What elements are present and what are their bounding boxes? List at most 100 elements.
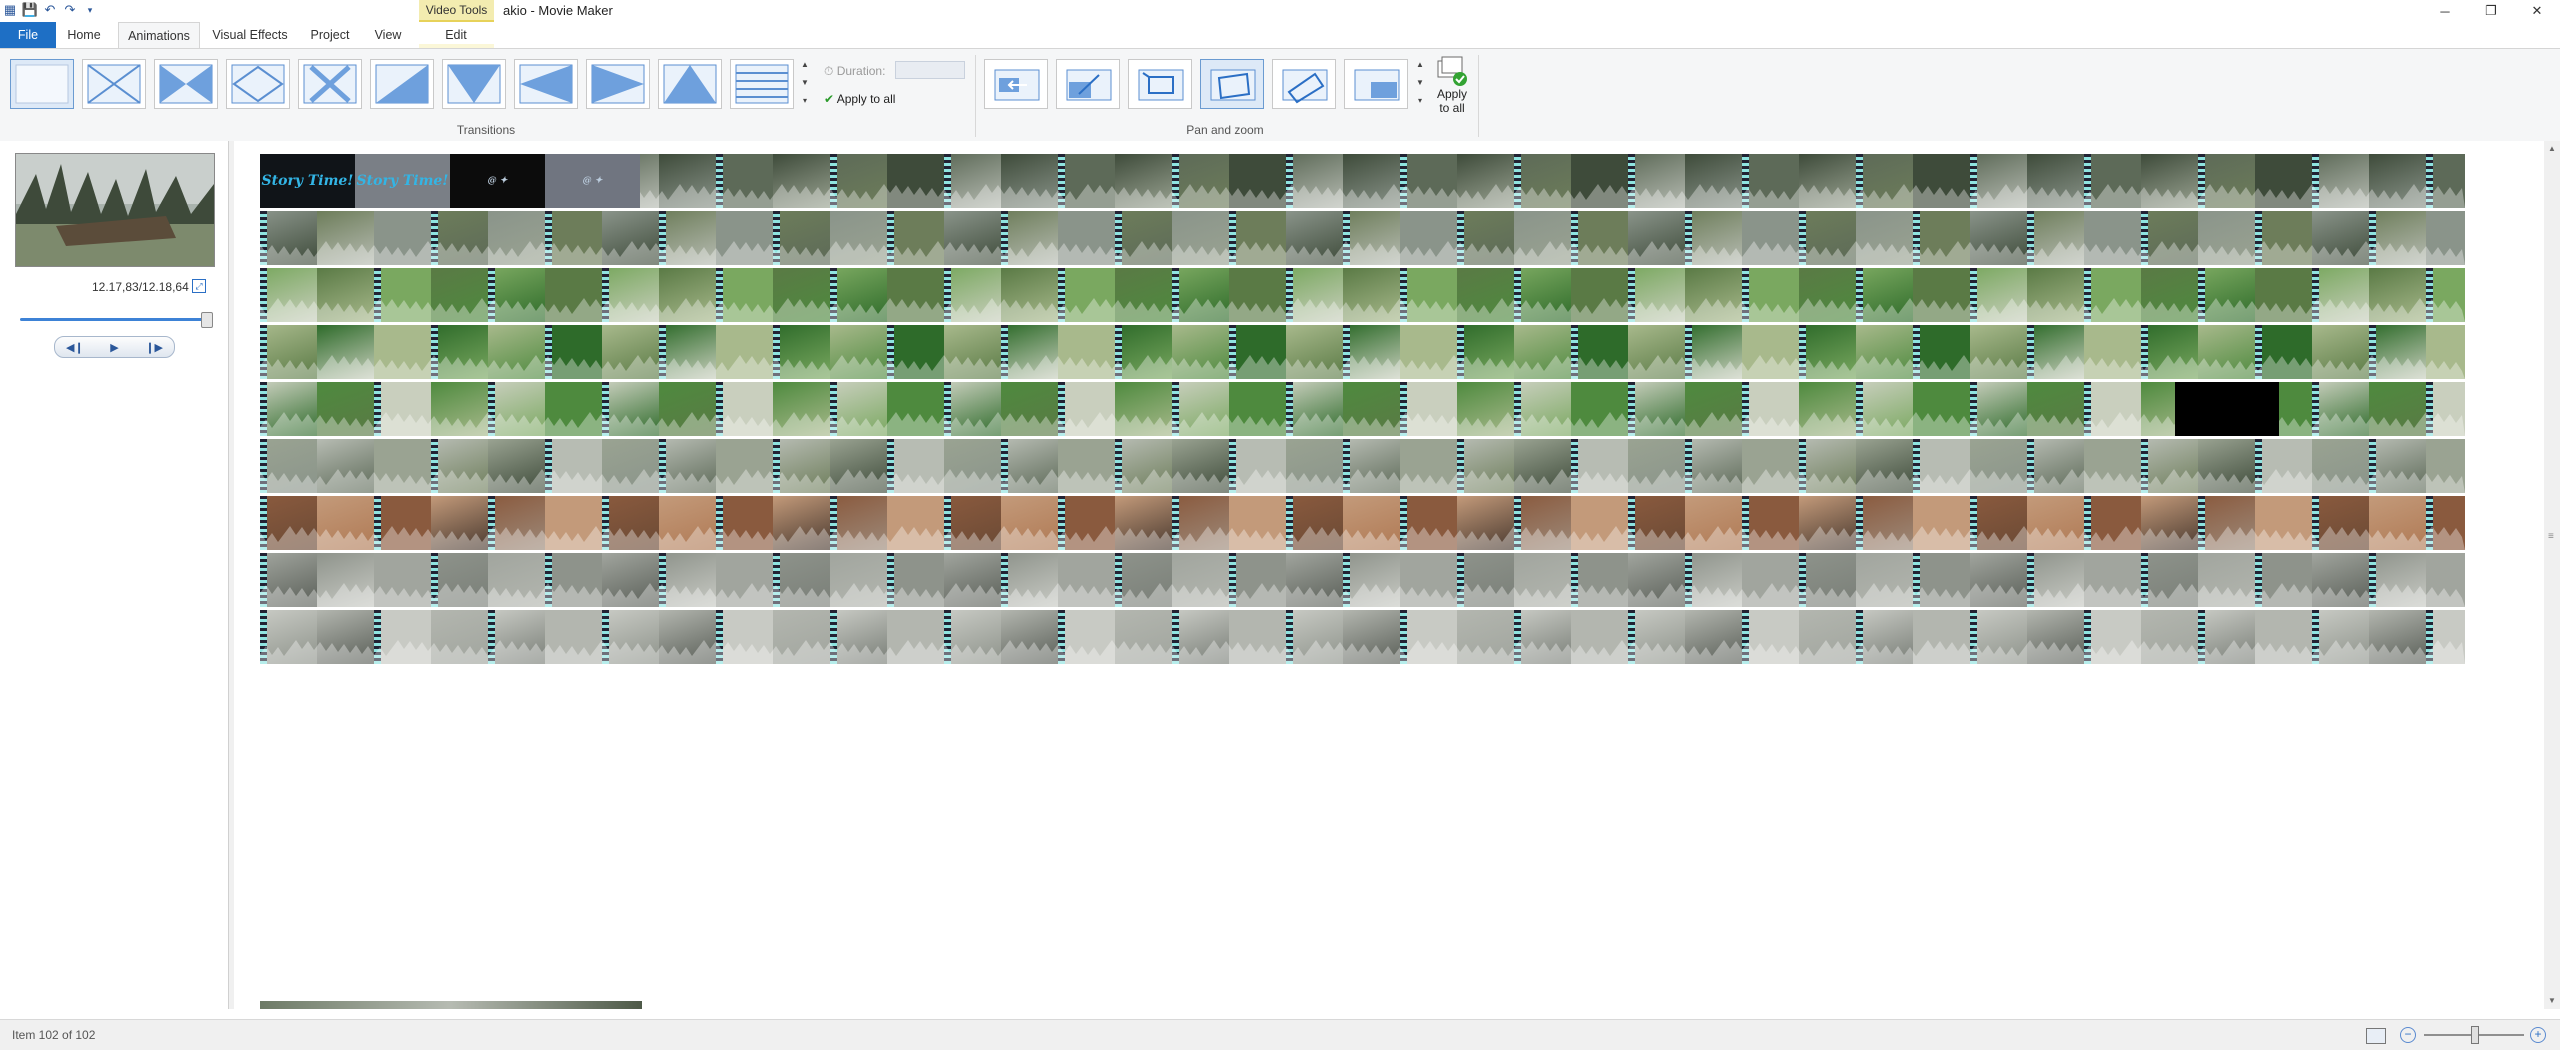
pan-zoom-apply-to-all-button[interactable]: Apply to all — [1432, 55, 1472, 115]
pan-left-icon — [994, 69, 1040, 101]
audio-waveform — [260, 469, 2465, 493]
scroll-down-icon[interactable]: ▼ — [2544, 993, 2560, 1009]
transitions-group-label: Transitions — [456, 123, 516, 137]
app-icon[interactable]: ▦ — [2, 2, 18, 18]
title-card[interactable]: @ ✦ — [450, 154, 545, 208]
audio-waveform — [260, 412, 2465, 436]
chevron-right-transition-icon — [591, 64, 645, 104]
maximize-icon[interactable]: ❐ — [2468, 0, 2514, 22]
title-card[interactable]: Story Time! — [260, 154, 355, 208]
duration-icon: ⏱ — [824, 64, 834, 78]
gallery-scroll-down-icon[interactable]: ▼ — [799, 77, 811, 89]
pan-zoom-corner[interactable] — [1344, 59, 1408, 109]
pz-scroll-up-icon[interactable]: ▲ — [1414, 59, 1426, 71]
transition-blinds[interactable] — [730, 59, 794, 109]
tab-animations[interactable]: Animations — [118, 22, 200, 49]
clip-row[interactable] — [260, 553, 2465, 607]
title-card[interactable]: @ ✦ — [545, 154, 640, 208]
next-frame-icon[interactable]: ❙▶ — [134, 337, 174, 357]
transition-chevron-right[interactable] — [586, 59, 650, 109]
group-separator-2 — [1478, 55, 1479, 137]
diagonal-transition-icon — [375, 64, 429, 104]
pan-zoom-down-left[interactable] — [1056, 59, 1120, 109]
clip-row[interactable] — [260, 325, 2465, 379]
duration-field[interactable] — [895, 61, 965, 79]
title-card[interactable]: Story Time! — [355, 154, 450, 208]
tab-edit[interactable]: Edit — [428, 22, 484, 48]
customize-qat-icon[interactable]: ▾ — [82, 2, 98, 18]
video-tools-context-label: Video Tools — [419, 0, 494, 22]
clip-row[interactable] — [260, 496, 2465, 550]
storyboard: Story Time! Story Time! @ ✦ @ ✦ — [234, 141, 2544, 1009]
transition-cross-2[interactable] — [298, 59, 362, 109]
gallery-more-icon[interactable]: ▾ — [799, 95, 811, 107]
fullscreen-icon[interactable]: ⤢ — [192, 279, 206, 293]
black-clip[interactable] — [2175, 382, 2279, 436]
tab-visual-effects[interactable]: Visual Effects — [206, 22, 294, 48]
pan-zoom-left[interactable] — [984, 59, 1048, 109]
play-icon[interactable]: ▶ — [95, 337, 135, 357]
undo-icon[interactable]: ↶ — [42, 2, 58, 18]
clip-row[interactable]: Story Time! Story Time! @ ✦ @ ✦ — [260, 154, 2465, 208]
tab-view[interactable]: View — [366, 22, 410, 48]
close-icon[interactable]: ✕ — [2514, 0, 2560, 22]
transition-chevron-down[interactable] — [442, 59, 506, 109]
apply-to-all-label: Apply to all — [836, 92, 896, 106]
tab-home[interactable]: Home — [62, 22, 106, 48]
twitter-icon: @ ✦ — [582, 176, 603, 186]
transition-chevron-left[interactable] — [514, 59, 578, 109]
chevron-left-transition-icon — [519, 64, 573, 104]
seek-thumb[interactable] — [201, 312, 214, 328]
transition-none[interactable] — [10, 59, 74, 109]
clip-row[interactable] — [260, 439, 2465, 493]
rotate-out-icon — [1282, 69, 1328, 104]
scroll-grip-icon[interactable]: ≡ — [2548, 531, 2556, 545]
minimize-icon[interactable]: ─ — [2422, 0, 2468, 22]
pan-zoom-in[interactable] — [1128, 59, 1192, 109]
clip-row[interactable] — [260, 211, 2465, 265]
redo-icon[interactable]: ↷ — [62, 2, 78, 18]
pz-scroll-down-icon[interactable]: ▼ — [1414, 77, 1426, 89]
scroll-up-icon[interactable]: ▲ — [2544, 141, 2560, 157]
corner-zoom-icon — [1354, 69, 1400, 101]
zoom-in-icon[interactable]: + — [2530, 1027, 2546, 1043]
zoom-in-icon — [1138, 69, 1184, 101]
video-preview[interactable] — [15, 153, 215, 267]
previous-frame-icon[interactable]: ◀❙ — [55, 337, 95, 357]
twitter-icon: @ ✦ — [487, 176, 508, 186]
transitions-apply-to-all-button[interactable]: ✔ Apply to all — [824, 92, 895, 106]
tab-file[interactable]: File — [0, 22, 56, 48]
seek-bar[interactable] — [20, 318, 208, 321]
duration-label: ⏱ Duration: — [824, 64, 885, 79]
rotate-zoom-icon — [1210, 69, 1256, 101]
audio-waveform — [260, 526, 2465, 550]
pz-more-icon[interactable]: ▾ — [1414, 95, 1426, 107]
playback-time: 12.17,83/12.18,64 — [92, 280, 189, 294]
audio-waveform — [260, 298, 2465, 322]
window-title: akio - Movie Maker — [503, 3, 613, 18]
storyboard-scrollbar[interactable]: ▲ ≡ ▼ — [2544, 141, 2560, 1009]
bowtie-transition-icon — [159, 64, 213, 104]
transition-bowtie[interactable] — [154, 59, 218, 109]
duration-text: Duration: — [836, 64, 886, 78]
transition-cross-1[interactable] — [82, 59, 146, 109]
clip-row-partial[interactable] — [260, 1001, 642, 1009]
clip-row[interactable] — [260, 610, 2465, 664]
apply-to-all-label-2: Apply to all — [1436, 87, 1468, 115]
zoom-out-icon[interactable]: − — [2400, 1027, 2416, 1043]
transition-diagonal[interactable] — [370, 59, 434, 109]
gallery-scroll-up-icon[interactable]: ▲ — [799, 59, 811, 71]
playback-controls: ◀❙ ▶ ❙▶ — [54, 336, 175, 358]
pan-zoom-rotate-out[interactable] — [1272, 59, 1336, 109]
zoom-slider-thumb[interactable] — [2471, 1026, 2479, 1044]
ribbon-tabs: File Home Animations Visual Effects Proj… — [0, 22, 2560, 70]
preview-frame-image — [16, 154, 214, 266]
pan-zoom-rotate-selected[interactable] — [1200, 59, 1264, 109]
tab-project[interactable]: Project — [302, 22, 358, 48]
clip-row[interactable] — [260, 268, 2465, 322]
transition-chevron-up[interactable] — [658, 59, 722, 109]
quick-save-icon[interactable]: 💾 — [22, 2, 38, 18]
clip-row[interactable] — [260, 382, 2465, 436]
transition-diamond[interactable] — [226, 59, 290, 109]
storyboard-view-icon[interactable] — [2366, 1028, 2386, 1044]
